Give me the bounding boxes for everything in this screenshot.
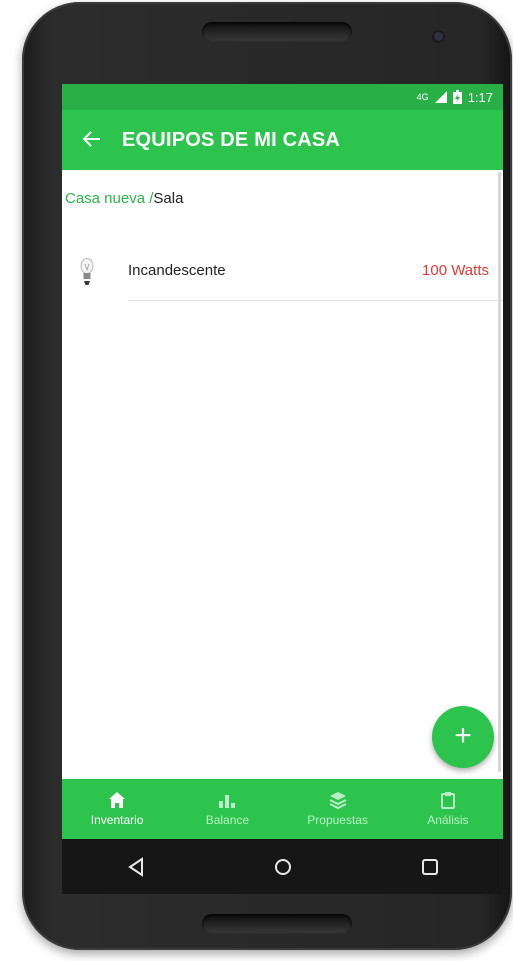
- list-item[interactable]: Incandescente 100 Watts: [62, 248, 503, 301]
- status-bar: 4G 1:17: [62, 84, 503, 110]
- plus-icon: +: [454, 719, 472, 752]
- scrollbar[interactable]: [498, 172, 501, 772]
- app-screen: 4G 1:17 EQUIPOS DE MI CASA Casa nueva /S…: [62, 84, 503, 779]
- nav-item-propuestas[interactable]: Propuestas: [283, 779, 393, 839]
- home-icon: [109, 792, 126, 808]
- clipboard-icon: [440, 792, 455, 809]
- arrow-left-icon[interactable]: [62, 127, 122, 153]
- lightbulb-icon: [80, 258, 94, 285]
- signal-icon: [434, 91, 447, 103]
- app-bar: EQUIPOS DE MI CASA: [62, 110, 503, 170]
- layers-icon: [329, 792, 347, 809]
- nav-label: Balance: [205, 813, 250, 827]
- front-camera: [434, 32, 443, 41]
- equipment-name: Incandescente: [128, 262, 226, 279]
- breadcrumb-parent[interactable]: Casa nueva /: [65, 190, 153, 207]
- nav-item-analisis[interactable]: Análisis: [393, 779, 503, 839]
- nav-item-balance[interactable]: Balance: [172, 779, 282, 839]
- equipment-power: 100 Watts: [422, 262, 489, 279]
- recents-square-icon[interactable]: [419, 856, 441, 878]
- bottom-navigation: Inventario Balance Propuestas Análisis: [62, 779, 503, 839]
- network-label: 4G: [416, 92, 429, 102]
- nav-label: Propuestas: [307, 813, 368, 827]
- back-triangle-icon[interactable]: [125, 856, 147, 878]
- page-title: EQUIPOS DE MI CASA: [122, 128, 341, 151]
- home-circle-icon[interactable]: [272, 856, 294, 878]
- breadcrumb: Casa nueva /Sala: [62, 170, 503, 207]
- battery-icon: [452, 90, 462, 104]
- nav-label: Análisis: [427, 813, 469, 827]
- breadcrumb-current: Sala: [153, 190, 184, 207]
- top-speaker: [202, 22, 352, 42]
- add-equipment-button[interactable]: +: [432, 706, 494, 768]
- system-navigation-bar: [62, 839, 503, 894]
- nav-item-inventario[interactable]: Inventario: [62, 779, 172, 839]
- bar-chart-icon: [219, 795, 236, 808]
- clock: 1:17: [467, 89, 493, 105]
- bottom-speaker: [202, 914, 352, 934]
- nav-label: Inventario: [90, 813, 144, 827]
- divider: [128, 300, 503, 301]
